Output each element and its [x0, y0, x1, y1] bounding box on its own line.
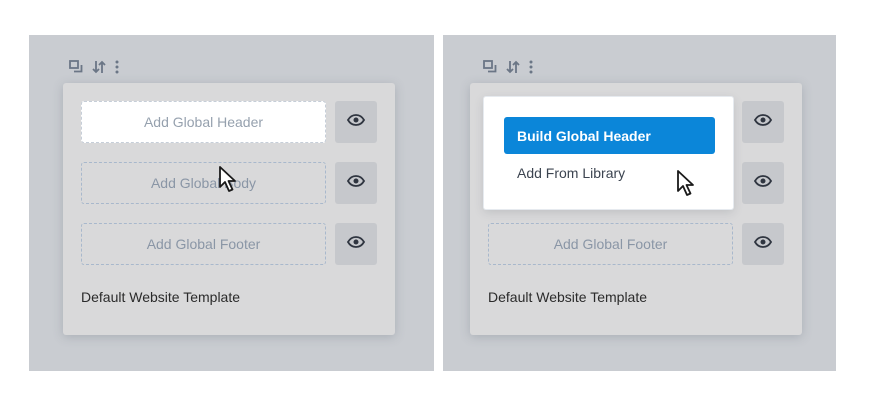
footer-visibility-button[interactable] [335, 223, 377, 265]
eye-icon [753, 174, 773, 192]
build-global-header-button[interactable]: Build Global Header [504, 117, 715, 154]
sort-icon[interactable] [92, 59, 106, 75]
eye-icon [346, 235, 366, 253]
duplicate-icon[interactable] [69, 60, 83, 74]
add-global-footer-label: Add Global Footer [146, 236, 261, 252]
sort-icon[interactable] [506, 59, 520, 75]
add-global-body-label: Add Global Body [150, 175, 257, 191]
template-toolbar [483, 58, 533, 76]
duplicate-icon[interactable] [483, 60, 497, 74]
add-global-footer-slot[interactable]: Add Global Footer [81, 223, 326, 265]
template-panel-right: Add Global Footer Default Website Templa… [443, 35, 836, 371]
add-global-body-slot[interactable]: Add Global Body [81, 162, 326, 204]
add-from-library-button[interactable]: Add From Library [517, 165, 625, 181]
add-global-footer-slot[interactable]: Add Global Footer [488, 223, 733, 265]
mouse-pointer-icon [676, 169, 698, 202]
eye-icon [346, 174, 366, 192]
template-panel-left: Add Global Header Add Global Body Add Gl… [29, 35, 434, 371]
footer-visibility-button[interactable] [742, 223, 784, 265]
more-options-icon[interactable] [529, 60, 533, 74]
add-global-header-label: Add Global Header [143, 114, 264, 130]
mouse-pointer-icon [218, 165, 240, 198]
template-name: Default Website Template [81, 289, 241, 305]
eye-icon [753, 235, 773, 253]
eye-icon [346, 113, 366, 131]
website-template-card: Add Global Footer Default Website Templa… [470, 83, 802, 335]
template-toolbar [69, 58, 119, 76]
more-options-icon[interactable] [115, 60, 119, 74]
template-name: Default Website Template [488, 289, 648, 305]
build-global-header-label: Build Global Header [517, 127, 651, 144]
body-visibility-button[interactable] [335, 162, 377, 204]
eye-icon [753, 113, 773, 131]
body-visibility-button[interactable] [742, 162, 784, 204]
website-template-card: Add Global Header Add Global Body Add Gl… [63, 83, 395, 335]
header-visibility-button[interactable] [335, 101, 377, 143]
add-global-footer-label: Add Global Footer [553, 236, 668, 252]
header-visibility-button[interactable] [742, 101, 784, 143]
add-global-header-slot[interactable]: Add Global Header [81, 101, 326, 143]
